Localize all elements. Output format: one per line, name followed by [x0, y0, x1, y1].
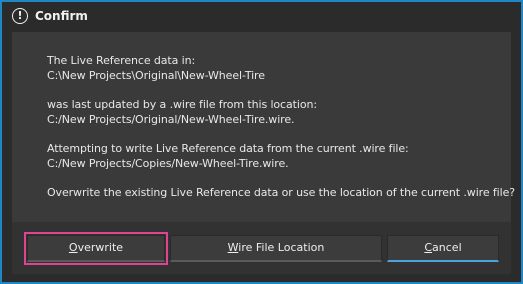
message-path-current-wire: C:/New Projects/Copies/New-Wheel-Tire.wi… [47, 157, 289, 170]
message-path-original-wire: C:/New Projects/Original/New-Wheel-Tire.… [47, 113, 295, 126]
message-question: Overwrite the existing Live Reference da… [47, 186, 515, 199]
message-path-original-folder: C:\New Projects\Original\New-Wheel-Tire [47, 69, 265, 82]
cancel-label: ancel [432, 241, 462, 254]
cancel-mnemonic: C [424, 241, 433, 254]
wire-file-location-mnemonic: W [227, 241, 239, 254]
wire-file-location-button[interactable]: Wire File Location [170, 235, 382, 262]
message-line: was last updated by a .wire file from th… [47, 98, 317, 111]
confirm-dialog: ! Confirm The Live Reference data in: C:… [2, 2, 521, 282]
exclamation-circle-icon: ! [12, 8, 28, 24]
overwrite-label: verwrite [77, 241, 124, 254]
message-line: The Live Reference data in: [47, 54, 196, 67]
wire-file-location-label: ire File Location [238, 241, 325, 254]
message-line: Attempting to write Live Reference data … [47, 142, 409, 155]
overwrite-mnemonic: O [68, 241, 78, 254]
title-bar[interactable]: ! Confirm [2, 2, 521, 32]
message-area: The Live Reference data in: C:\New Proje… [12, 32, 515, 222]
overwrite-button[interactable]: Overwrite [24, 232, 168, 265]
dialog-title: Confirm [35, 9, 88, 23]
cancel-button[interactable]: Cancel [387, 235, 499, 262]
button-bar: Overwrite Wire File Location Cancel [12, 222, 511, 274]
